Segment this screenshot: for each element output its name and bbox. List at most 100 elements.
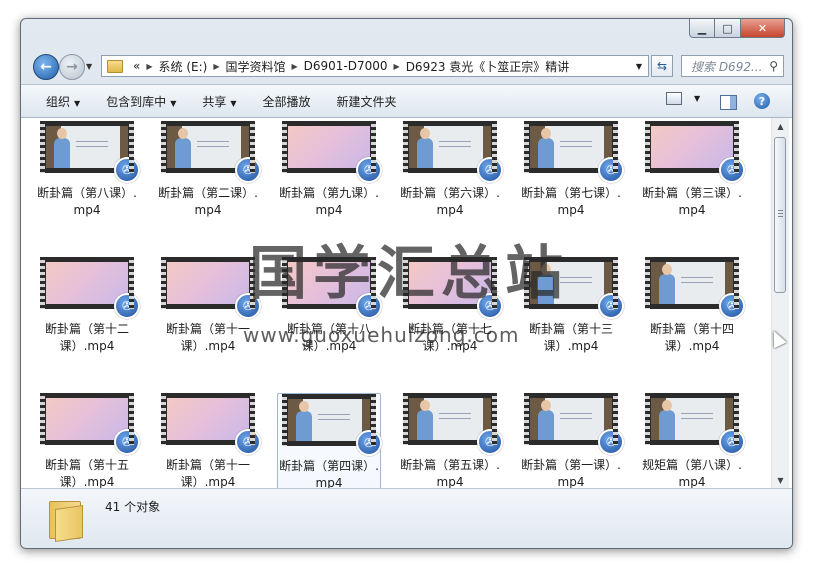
media-player-icon: ✇ [114, 293, 140, 319]
video-thumbnail: ✇ [403, 393, 503, 455]
file-name: 断卦篇（第八课）.mp4 [37, 186, 137, 217]
file-item[interactable]: ✇ 断卦篇（第十一课）.mp4 [156, 257, 261, 389]
include-library-label: 包含到库中 [106, 94, 167, 109]
whiteboard-writing [317, 409, 351, 423]
breadcrumb-folder[interactable]: 国学资料馆 [225, 58, 285, 75]
breadcrumb-folder[interactable]: D6901-D7000 [304, 59, 388, 73]
file-name: 断卦篇（第五课）.mp4 [400, 458, 500, 488]
video-thumbnail: ✇ [161, 121, 261, 183]
caption-buttons: ▁ □ ✕ [689, 19, 785, 39]
whiteboard-writing [680, 272, 714, 286]
media-player-icon: ✇ [598, 429, 624, 455]
video-thumbnail: ✇ [161, 393, 261, 455]
media-player-icon: ✇ [598, 293, 624, 319]
video-thumbnail: ✇ [40, 393, 140, 455]
chevron-right-icon[interactable]: ▶ [291, 62, 297, 71]
scroll-up-icon[interactable]: ▲ [772, 118, 789, 134]
whiteboard-writing [559, 136, 593, 150]
chevron-right-icon[interactable]: ▶ [146, 62, 152, 71]
file-item[interactable]: ✇ 断卦篇（第十五课）.mp4 [35, 393, 140, 488]
presenter-figure [296, 401, 312, 441]
address-overflow[interactable]: « [133, 59, 140, 73]
forward-arrow-icon[interactable]: → [59, 54, 85, 80]
breadcrumb-drive[interactable]: 系统 (E:) [159, 58, 208, 75]
minimize-button[interactable]: ▁ [689, 19, 715, 38]
presenter-figure [175, 128, 191, 168]
search-placeholder: 搜索 D692... [691, 59, 763, 74]
file-name: 断卦篇（第三课）.mp4 [642, 186, 742, 217]
file-item[interactable]: ✇ 断卦篇（第二课）.mp4 [156, 121, 261, 253]
file-name: 断卦篇（第十二课）.mp4 [44, 322, 129, 353]
chevron-right-icon[interactable]: ▶ [213, 62, 219, 71]
media-player-icon: ✇ [114, 429, 140, 455]
maximize-button[interactable]: □ [715, 19, 741, 38]
file-item[interactable]: ✇ 断卦篇（第十三课）.mp4 [519, 257, 624, 389]
breadcrumb-current[interactable]: D6923 袁光《卜筮正宗》精讲 [406, 58, 570, 75]
presenter-figure [538, 400, 554, 440]
file-item[interactable]: ✇ 断卦篇（第三课）.mp4 [640, 121, 745, 253]
file-item[interactable]: ✇ 断卦篇（第八课）.mp4 [35, 121, 140, 253]
new-folder-button[interactable]: 新建文件夹 [337, 93, 397, 110]
file-item[interactable]: ✇ 断卦篇（第四课）.mp4 [277, 393, 382, 488]
vertical-scrollbar[interactable]: ▲ ▼ [771, 118, 789, 488]
file-name: 断卦篇（第十五课）.mp4 [44, 458, 129, 488]
file-item[interactable]: ✇ 断卦篇（第九课）.mp4 [277, 121, 382, 253]
presenter-figure [417, 400, 433, 440]
file-item[interactable]: ✇ 断卦篇（第十八课）.mp4 [277, 257, 382, 389]
whiteboard-writing [438, 408, 472, 422]
file-item[interactable]: ✇ 断卦篇（第十七课）.mp4 [398, 257, 503, 389]
recent-pages-dropdown-icon[interactable]: ▼ [86, 62, 92, 71]
video-thumbnail: ✇ [161, 257, 261, 319]
file-name: 断卦篇（第十一课）.mp4 [165, 458, 250, 488]
file-item[interactable]: ✇ 断卦篇（第一课）.mp4 [519, 393, 624, 488]
address-bar[interactable]: « ▶ 系统 (E:) ▶ 国学资料馆 ▶ D6901-D7000 ▶ D692… [101, 55, 649, 77]
scroll-down-icon[interactable]: ▼ [772, 472, 789, 488]
chevron-down-icon: ▼ [694, 94, 701, 103]
media-player-icon: ✇ [235, 429, 261, 455]
search-input[interactable]: 搜索 D692... ⚲ [681, 55, 784, 77]
command-bar: 组织 ▼ 包含到库中 ▼ 共享 ▼ 全部播放 新建文件夹 ▼ ? [21, 84, 792, 118]
change-view-button[interactable]: ▼ [666, 92, 700, 105]
file-item[interactable]: ✇ 断卦篇（第十一课）.mp4 [156, 393, 261, 488]
scrollbar-thumb[interactable] [774, 137, 786, 293]
file-name: 断卦篇（第二课）.mp4 [158, 186, 258, 217]
file-item[interactable]: ✇ 规矩篇（第八课）.mp4 [640, 393, 745, 488]
file-item[interactable]: ✇ 断卦篇（第十二课）.mp4 [35, 257, 140, 389]
share-menu[interactable]: 共享 ▼ [202, 93, 236, 110]
address-dropdown-icon[interactable]: ▼ [636, 62, 642, 71]
file-item[interactable]: ✇ 断卦篇（第十四课）.mp4 [640, 257, 745, 389]
file-name: 断卦篇（第十四课）.mp4 [649, 322, 734, 353]
organize-menu[interactable]: 组织 ▼ [46, 93, 80, 110]
file-name: 断卦篇（第七课）.mp4 [521, 186, 621, 217]
presenter-figure [538, 128, 554, 168]
presenter-figure [659, 264, 675, 304]
chevron-down-icon: ▼ [230, 98, 237, 108]
video-thumbnail: ✇ [40, 121, 140, 183]
close-button[interactable]: ✕ [741, 19, 785, 38]
file-name: 断卦篇（第四课）.mp4 [279, 459, 379, 488]
media-player-icon: ✇ [719, 293, 745, 319]
preview-pane-icon[interactable] [720, 95, 737, 110]
presenter-figure [659, 400, 675, 440]
refresh-icon[interactable]: ⇆ [651, 55, 673, 77]
video-thumbnail: ✇ [524, 257, 624, 319]
play-all-button[interactable]: 全部播放 [263, 93, 311, 110]
search-icon[interactable]: ⚲ [769, 59, 778, 73]
chevron-right-icon[interactable]: ▶ [394, 62, 400, 71]
file-item[interactable]: ✇ 断卦篇（第五课）.mp4 [398, 393, 503, 488]
grip-icon [778, 210, 783, 217]
video-thumbnail: ✇ [645, 121, 745, 183]
include-library-menu[interactable]: 包含到库中 ▼ [106, 93, 176, 110]
file-name: 断卦篇（第九课）.mp4 [279, 186, 379, 217]
video-thumbnail: ✇ [645, 257, 745, 319]
file-item[interactable]: ✇ 断卦篇（第七课）.mp4 [519, 121, 624, 253]
view-icon [666, 92, 682, 105]
file-name: 断卦篇（第十七课）.mp4 [407, 322, 492, 353]
help-icon[interactable]: ? [754, 93, 770, 109]
file-item[interactable]: ✇ 断卦篇（第六课）.mp4 [398, 121, 503, 253]
back-arrow-icon[interactable]: ← [33, 54, 59, 80]
video-thumbnail: ✇ [282, 257, 382, 319]
folder-icon [107, 59, 123, 73]
object-count: 41 个对象 [105, 500, 161, 514]
file-name: 断卦篇（第十三课）.mp4 [528, 322, 613, 353]
